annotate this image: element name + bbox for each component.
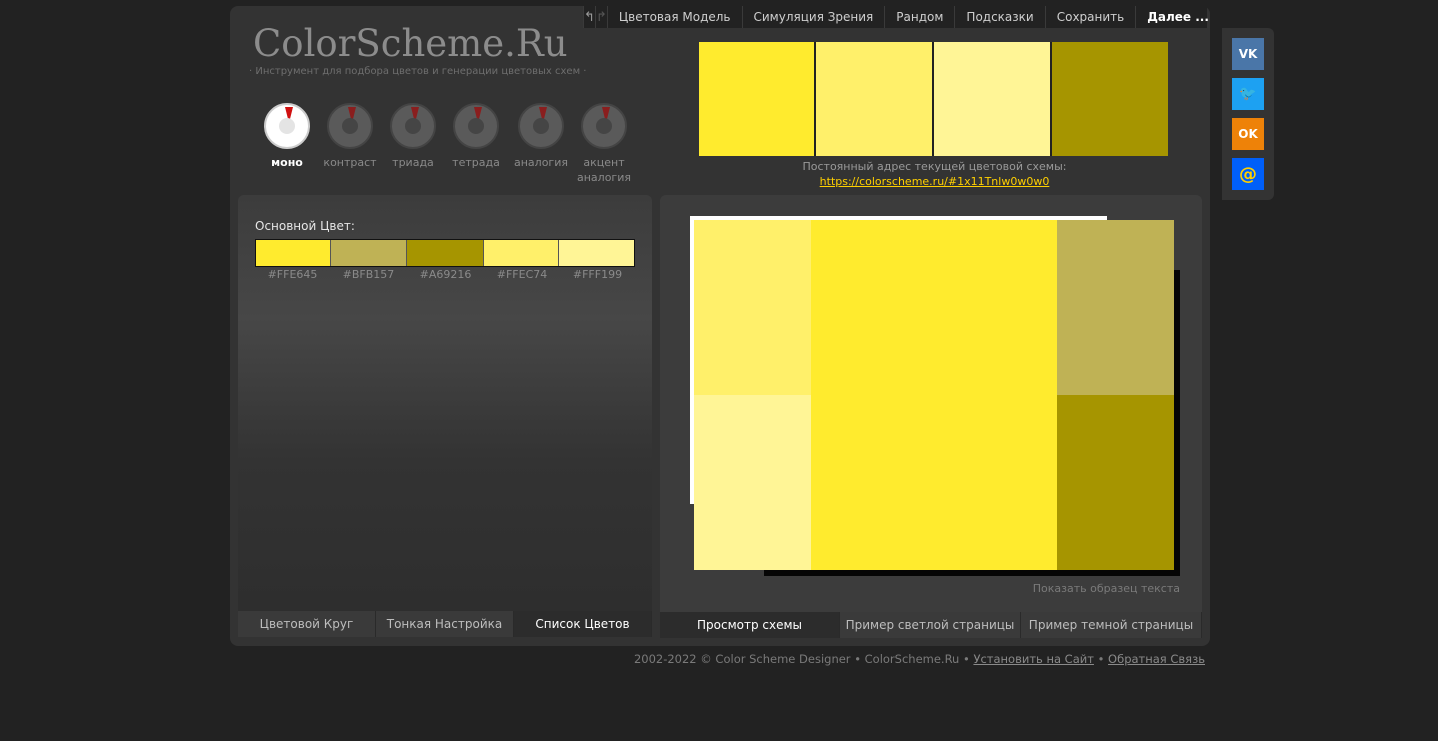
odnoklassniki-icon[interactable]: OK bbox=[1232, 118, 1264, 150]
preview-swatch[interactable] bbox=[1052, 42, 1168, 156]
show-sample-text-link[interactable]: Показать образец текста bbox=[1000, 582, 1180, 595]
mock-block-top-left[interactable] bbox=[694, 220, 811, 395]
mock-block-bottom-left[interactable] bbox=[694, 395, 811, 570]
site-logo[interactable]: ColorScheme.Ru bbox=[253, 22, 568, 65]
top-nav: ↰ ↱ Цветовая Модель Симуляция Зрения Ран… bbox=[583, 6, 1209, 28]
mode-label: контраст bbox=[323, 156, 377, 169]
analogy-wheel-icon[interactable] bbox=[518, 103, 564, 149]
mode-label: аналогия bbox=[514, 156, 568, 169]
tab-light-page[interactable]: Пример светлой страницы bbox=[840, 612, 1021, 638]
nav-save[interactable]: Сохранить bbox=[1044, 6, 1136, 28]
triad-wheel-icon[interactable] bbox=[390, 103, 436, 149]
permalink-link[interactable]: https://colorscheme.ru/#1x11Tnlw0w0w0 bbox=[700, 175, 1169, 188]
mode-label: тетрада bbox=[452, 156, 500, 169]
nav-more[interactable]: Далее ... bbox=[1135, 6, 1220, 28]
social-share-bar: VK 🐦 OK @ bbox=[1222, 28, 1274, 200]
mode-label: акцент аналогия bbox=[577, 156, 631, 184]
footer-copyright: 2002-2022 © Color Scheme Designer • Colo… bbox=[633, 652, 970, 666]
nav-color-model[interactable]: Цветовая Модель bbox=[608, 6, 742, 28]
permalink-label: Постоянный адрес текущей цветовой схемы: bbox=[802, 160, 1067, 173]
mode-label: моно bbox=[271, 156, 303, 169]
tab-scheme-preview[interactable]: Просмотр схемы bbox=[660, 612, 840, 638]
mode-analogy[interactable]: аналогия bbox=[509, 103, 573, 170]
preview-swatch[interactable] bbox=[699, 42, 814, 156]
color-swatch[interactable] bbox=[256, 240, 331, 266]
feedback-link[interactable]: Обратная Связь bbox=[1108, 652, 1205, 666]
mock-block-bottom-right[interactable] bbox=[1057, 395, 1174, 570]
mode-tetrad[interactable]: тетрада bbox=[444, 103, 508, 170]
mode-contrast[interactable]: контраст bbox=[318, 103, 382, 170]
mode-accent-analogy[interactable]: акцент аналогия bbox=[572, 103, 636, 185]
tab-fine-tuning[interactable]: Тонкая Настройка bbox=[376, 611, 514, 637]
hex-value: #FFF199 bbox=[572, 268, 623, 281]
base-color-label: Основной Цвет: bbox=[255, 219, 355, 233]
mode-triad[interactable]: триада bbox=[381, 103, 445, 170]
vk-icon[interactable]: VK bbox=[1232, 38, 1264, 70]
preview-swatch[interactable] bbox=[934, 42, 1050, 156]
preview-swatch[interactable] bbox=[816, 42, 932, 156]
footer: 2002-2022 © Color Scheme Designer • Colo… bbox=[600, 652, 1205, 666]
scheme-mockup bbox=[694, 220, 1174, 570]
hex-value: #BFB157 bbox=[342, 268, 395, 281]
tab-dark-page[interactable]: Пример темной страницы bbox=[1021, 612, 1202, 638]
tetrad-wheel-icon[interactable] bbox=[453, 103, 499, 149]
color-swatch[interactable] bbox=[330, 240, 408, 266]
nav-random[interactable]: Рандом bbox=[884, 6, 954, 28]
mock-block-main[interactable] bbox=[811, 220, 1057, 570]
color-hex-list: #FFE645 #BFB157 #A69216 #FFEC74 #FFF199 bbox=[255, 268, 635, 281]
nav-vision-simulation[interactable]: Симуляция Зрения bbox=[741, 6, 885, 28]
undo-icon[interactable]: ↰ bbox=[583, 6, 595, 28]
hex-value: #A69216 bbox=[419, 268, 472, 281]
tab-color-list[interactable]: Список Цветов bbox=[514, 611, 652, 637]
color-list bbox=[255, 239, 635, 267]
mode-mono[interactable]: моно bbox=[255, 103, 319, 170]
color-swatch[interactable] bbox=[559, 240, 634, 266]
footer-separator: • bbox=[1097, 652, 1105, 666]
nav-hints[interactable]: Подсказки bbox=[954, 6, 1044, 28]
install-link[interactable]: Установить на Сайт bbox=[973, 652, 1094, 666]
redo-icon[interactable]: ↱ bbox=[594, 6, 608, 28]
color-swatch[interactable] bbox=[407, 240, 484, 266]
mode-label: триада bbox=[392, 156, 434, 169]
accent-analogy-wheel-icon[interactable] bbox=[581, 103, 627, 149]
color-swatch[interactable] bbox=[483, 240, 560, 266]
tab-color-wheel[interactable]: Цветовой Круг bbox=[238, 611, 376, 637]
twitter-icon[interactable]: 🐦 bbox=[1232, 78, 1264, 110]
scheme-preview-strip bbox=[699, 42, 1168, 156]
site-tagline: · Инструмент для подбора цветов и генера… bbox=[249, 66, 587, 77]
mono-wheel-icon[interactable] bbox=[264, 103, 310, 149]
contrast-wheel-icon[interactable] bbox=[327, 103, 373, 149]
mock-block-top-right[interactable] bbox=[1057, 220, 1174, 395]
hex-value: #FFEC74 bbox=[496, 268, 548, 281]
right-panel-tabs: Просмотр схемы Пример светлой страницы П… bbox=[660, 612, 1202, 638]
scheme-mode-selector: моно контраст триада тетрада аналогия ак… bbox=[260, 103, 640, 193]
mailru-icon[interactable]: @ bbox=[1232, 158, 1264, 190]
hex-value: #FFE645 bbox=[267, 268, 318, 281]
left-panel-tabs: Цветовой Круг Тонкая Настройка Список Цв… bbox=[238, 611, 652, 637]
